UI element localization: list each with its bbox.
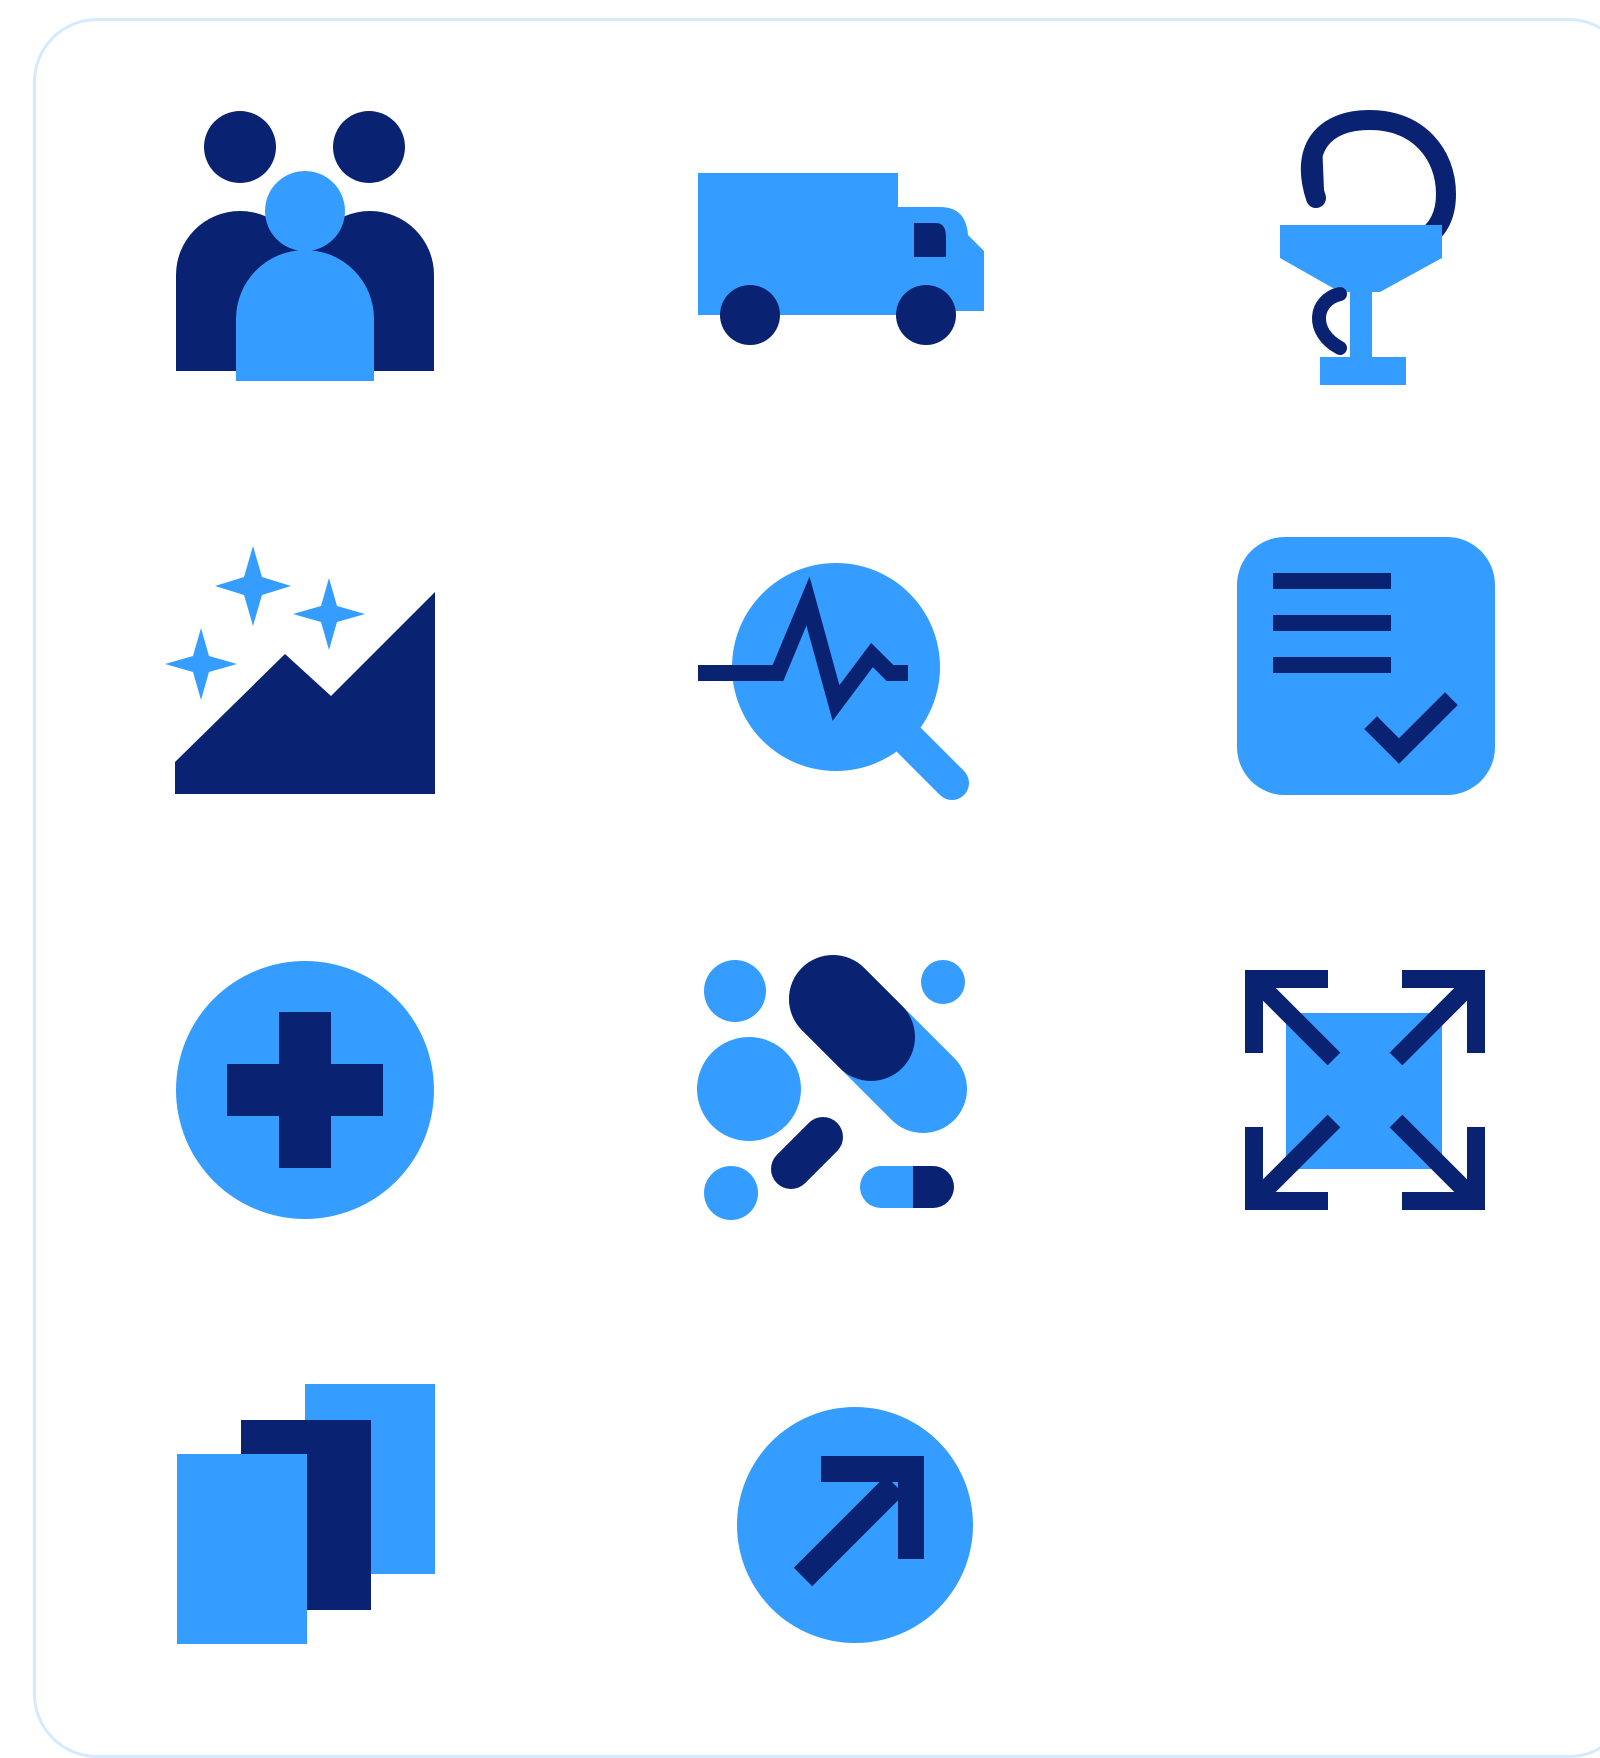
checklist-document-icon <box>1237 537 1495 795</box>
expand-arrows-icon <box>1245 970 1485 1210</box>
pills-capsules-icon <box>697 955 967 1220</box>
delivery-truck-icon <box>698 173 984 345</box>
arrow-up-right-icon <box>737 1407 973 1643</box>
stacked-pages-icon <box>177 1384 435 1644</box>
medical-plus-icon <box>176 961 434 1219</box>
search-pulse-icon <box>698 563 969 800</box>
sparkle-mountain-icon <box>165 546 435 794</box>
pharmacy-snake-cup-icon <box>1280 110 1457 385</box>
people-group-icon <box>176 111 434 381</box>
